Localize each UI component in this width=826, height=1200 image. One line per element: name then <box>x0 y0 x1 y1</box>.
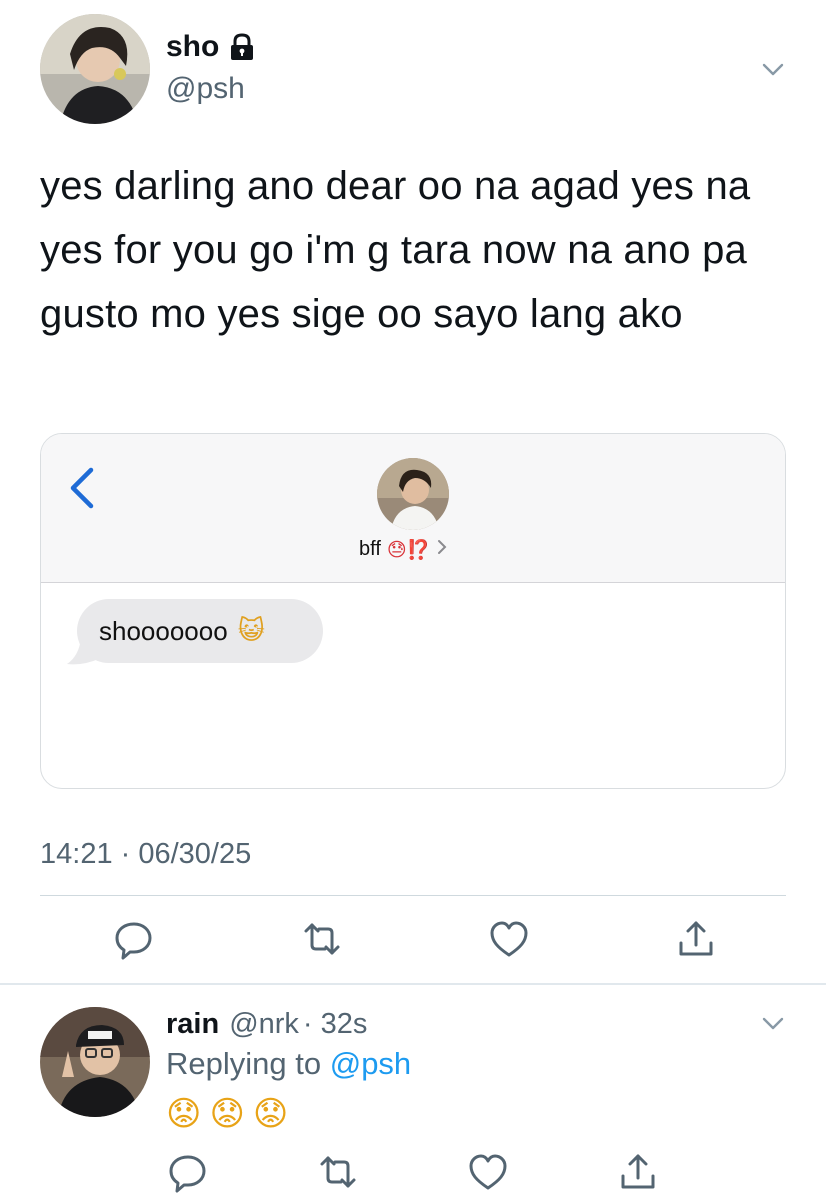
worried-face-emoji: 😟 <box>166 1094 202 1134</box>
reply-text: 😟 😟 😟 <box>166 1094 288 1134</box>
media-card[interactable]: bff 😓⁉️ shooooooo 😺 <box>40 433 786 789</box>
reply-author-handle[interactable]: @nrk <box>229 1008 299 1041</box>
reply-author-name[interactable]: rain <box>166 1008 219 1041</box>
replying-to-line: Replying to @psh <box>166 1046 411 1082</box>
cat-emoji: 😺 <box>237 616 265 646</box>
chevron-right-icon[interactable] <box>436 538 448 561</box>
reply-icon[interactable] <box>166 1150 210 1194</box>
lock-icon <box>229 33 255 61</box>
replying-to-label: Replying to <box>166 1046 322 1081</box>
replying-to-mention[interactable]: @psh <box>330 1046 411 1081</box>
retweet-icon[interactable] <box>316 1150 360 1194</box>
contact-emoji: 😓⁉️ <box>386 539 431 561</box>
reply-author-avatar[interactable] <box>40 1007 150 1117</box>
contact-name[interactable]: bff <box>359 538 381 561</box>
share-icon[interactable] <box>616 1150 660 1194</box>
tweet-timestamp: 14:21 · 06/30/25 <box>40 838 252 870</box>
like-icon[interactable] <box>487 917 531 961</box>
worried-face-emoji: 😟 <box>252 1094 289 1134</box>
message-text: shooooooo <box>99 615 228 646</box>
author-avatar[interactable] <box>40 14 150 124</box>
author-handle[interactable]: @psh <box>166 72 245 106</box>
divider <box>40 895 786 896</box>
contact-avatar[interactable] <box>377 458 449 530</box>
message-bubble[interactable]: shooooooo 😺 <box>77 599 323 663</box>
retweet-icon[interactable] <box>300 917 344 961</box>
tweet-text: yes darling ano dear oo na agad yes na y… <box>40 164 751 336</box>
like-icon[interactable] <box>466 1150 510 1194</box>
reply-chevron-down-icon[interactable] <box>760 1010 786 1041</box>
back-chevron-icon[interactable] <box>67 466 97 515</box>
chat-header: bff 😓⁉️ <box>41 434 785 583</box>
author-name[interactable]: sho <box>166 30 219 64</box>
share-icon[interactable] <box>674 917 718 961</box>
reply-icon[interactable] <box>112 917 156 961</box>
worried-face-emoji: 😟 <box>209 1094 245 1134</box>
tweet-separator <box>0 983 826 985</box>
chevron-down-icon[interactable] <box>760 56 786 87</box>
reply-time: · 32s <box>302 1008 368 1040</box>
